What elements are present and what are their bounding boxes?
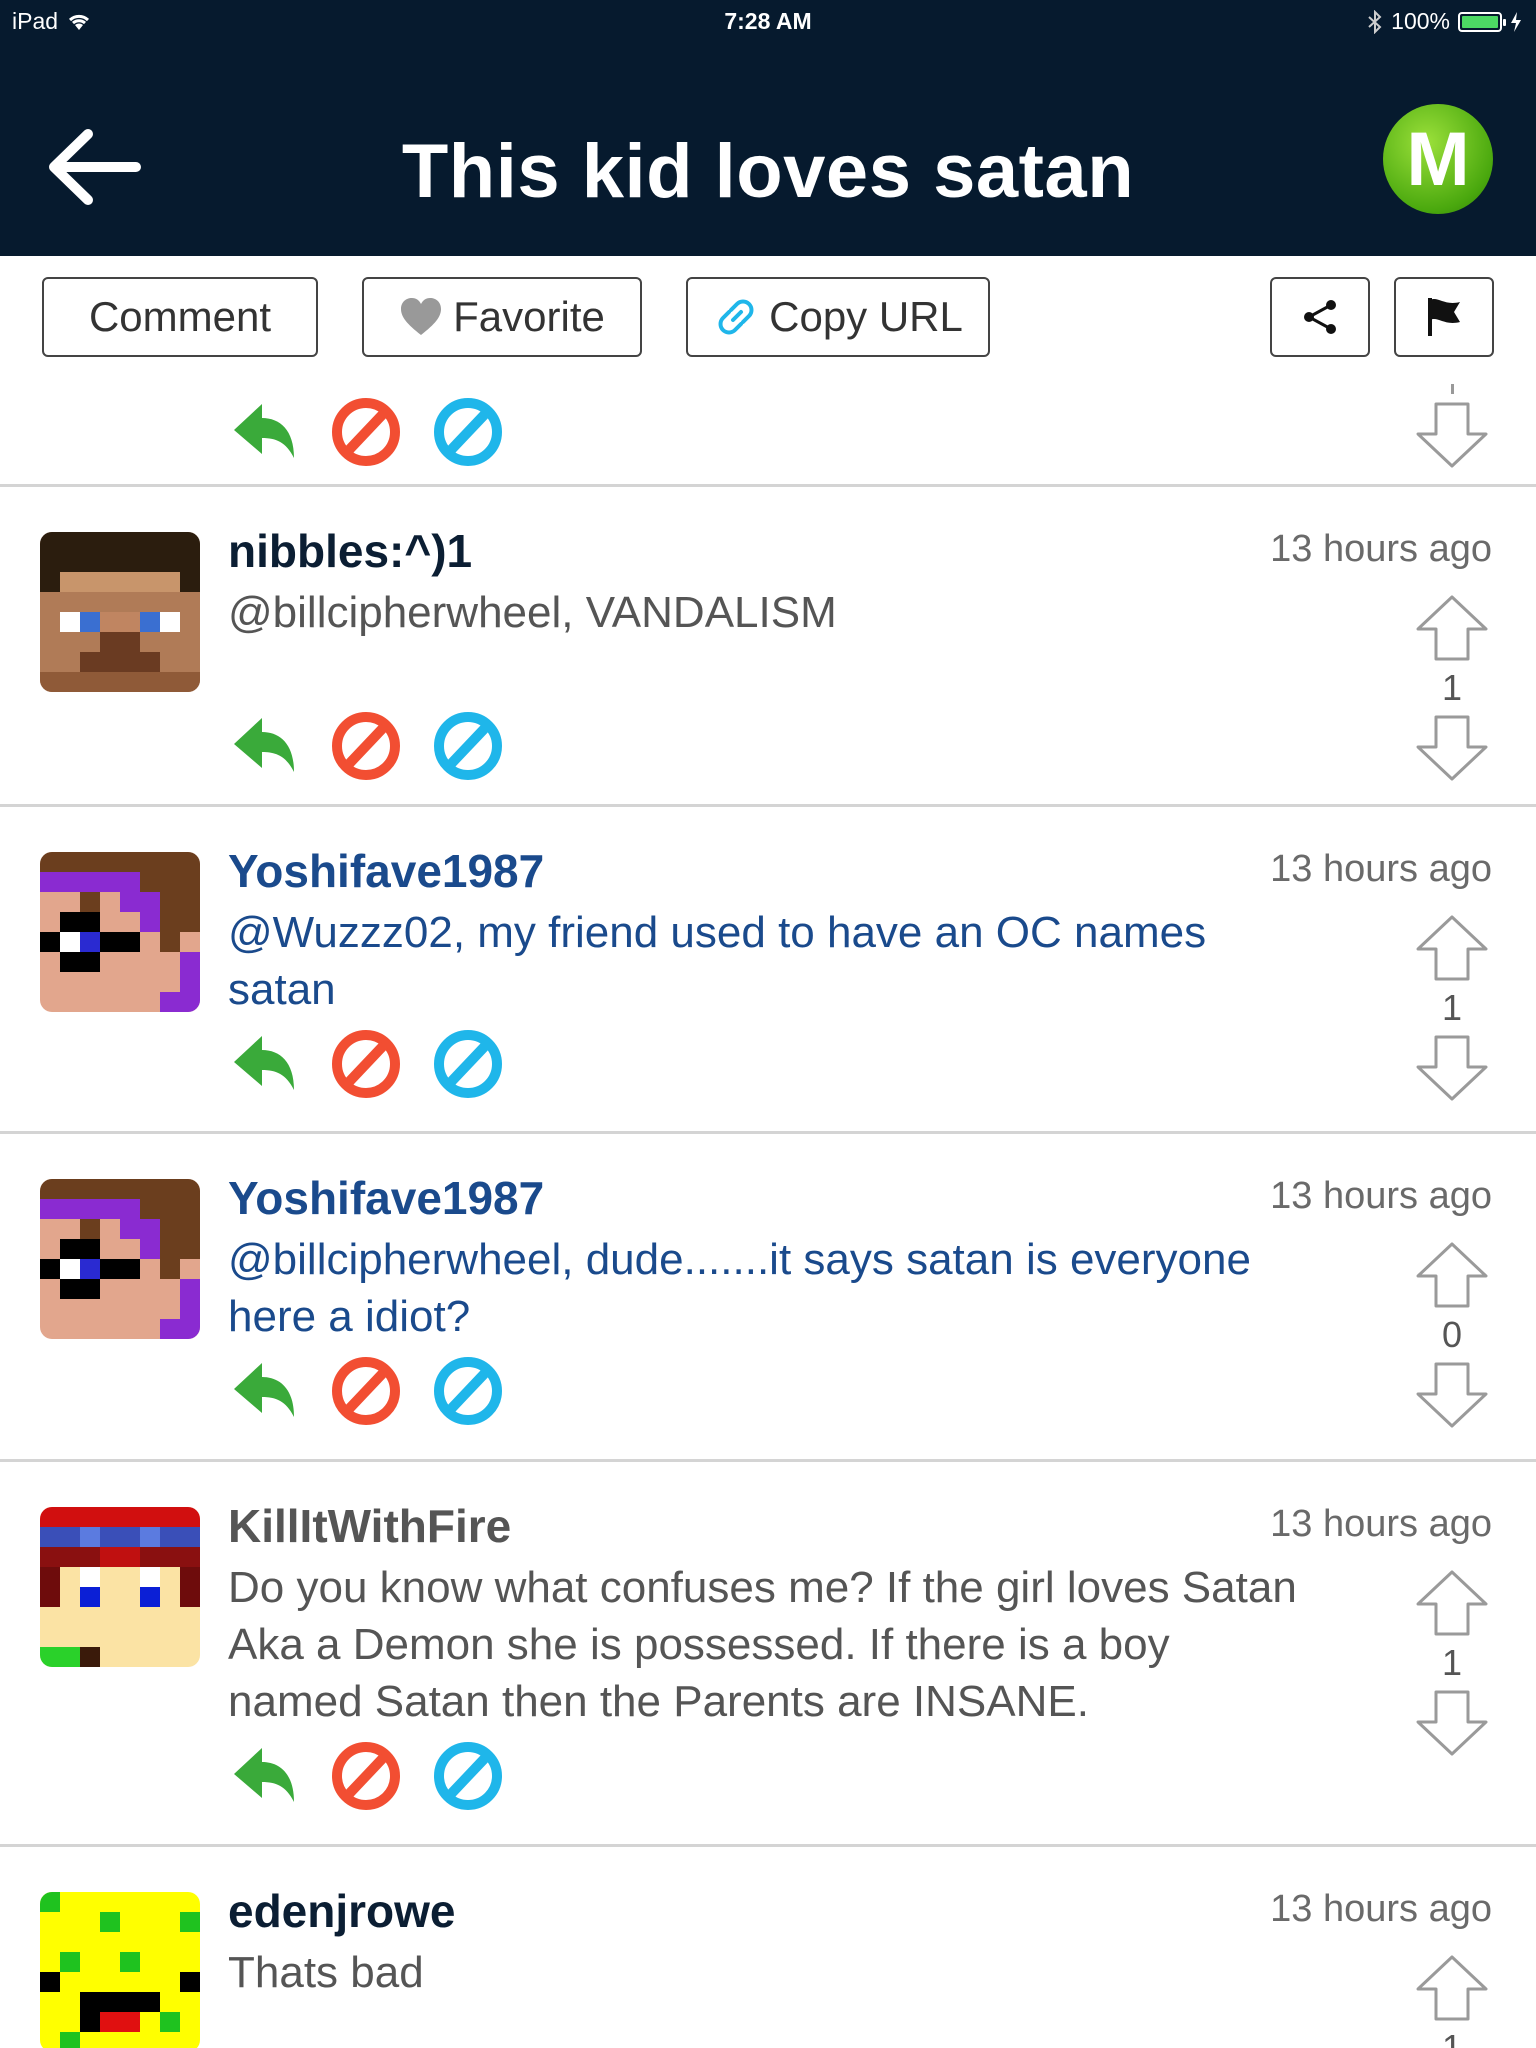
- vote-panel: 1: [1412, 1568, 1492, 1758]
- vote-panel: 0: [1412, 1240, 1492, 1430]
- vote-score: 1: [1441, 987, 1463, 1028]
- report-icon[interactable]: [432, 1028, 504, 1100]
- vote-panel: 1: [1412, 593, 1492, 783]
- comment-item: edenjrowe 13 hours ago Thats bad 1: [0, 1847, 1536, 2048]
- avatar-pixel-yellow: [40, 1892, 200, 2048]
- status-time: 7:28 AM: [724, 8, 812, 34]
- avatar[interactable]: [40, 1892, 200, 2048]
- vote-panel: 1: [1412, 913, 1492, 1103]
- avatar-pixel-purple: [40, 852, 200, 1012]
- block-icon[interactable]: [330, 1355, 402, 1427]
- vote-panel: 1: [1412, 1953, 1492, 2048]
- reply-icon[interactable]: [228, 1028, 300, 1100]
- battery-icon: [1458, 11, 1506, 32]
- comment-actions: [228, 396, 504, 468]
- comment-actions: [228, 710, 504, 782]
- comment-time: 13 hours ago: [1270, 1503, 1492, 1545]
- comment-text: Thats bad: [228, 1948, 424, 1997]
- charging-icon: [1511, 11, 1521, 32]
- avatar-pixel-purple: [40, 1179, 200, 1339]
- avatar[interactable]: [40, 852, 200, 1012]
- comment-actions: [228, 1355, 504, 1427]
- vote-score: 1: [1441, 1642, 1463, 1683]
- vote-panel: [1412, 384, 1492, 470]
- copy-url-button[interactable]: Copy URL: [686, 277, 990, 357]
- flag-button[interactable]: [1394, 277, 1494, 357]
- report-icon[interactable]: [432, 710, 504, 782]
- comment-text: @Wuzzz02, my friend used to have an OC n…: [228, 908, 1207, 1014]
- avatar[interactable]: [40, 532, 200, 692]
- link-icon: [718, 299, 754, 335]
- comment-item: Yoshifave1987 13 hours ago @billcipherwh…: [0, 1134, 1536, 1462]
- block-icon[interactable]: [330, 710, 402, 782]
- comment-time: 13 hours ago: [1270, 1175, 1492, 1217]
- report-icon[interactable]: [432, 1740, 504, 1812]
- comment-time: 13 hours ago: [1270, 848, 1492, 890]
- heart-icon: [401, 298, 442, 335]
- reply-icon[interactable]: [228, 396, 300, 468]
- vote-score: 0: [1441, 1314, 1463, 1355]
- comment-text: Do you know what confuses me? If the gir…: [228, 1563, 1297, 1726]
- comment-username[interactable]: Yoshifave1987: [228, 844, 544, 898]
- downvote-icon[interactable]: [1412, 713, 1492, 783]
- comment-label: Comment: [88, 293, 272, 340]
- comment-text: @billcipherwheel, VANDALISM: [228, 588, 837, 637]
- downvote-icon[interactable]: [1412, 1033, 1492, 1103]
- avatar[interactable]: [40, 1507, 200, 1667]
- reply-icon[interactable]: [228, 710, 300, 782]
- avatar[interactable]: [40, 1179, 200, 1339]
- reply-icon[interactable]: [228, 1740, 300, 1812]
- status-right: 100%: [1367, 8, 1522, 35]
- block-icon[interactable]: [330, 1740, 402, 1812]
- action-toolbar: Comment Favorite Copy URL: [0, 256, 1536, 376]
- comment-actions: [228, 1740, 504, 1812]
- comment-username[interactable]: edenjrowe: [228, 1884, 456, 1938]
- report-icon[interactable]: [432, 1355, 504, 1427]
- comment-partial: [0, 376, 1536, 487]
- comment-button[interactable]: Comment: [42, 277, 318, 357]
- share-icon: [1304, 300, 1336, 334]
- report-icon[interactable]: [432, 396, 504, 468]
- block-icon[interactable]: [330, 396, 402, 468]
- status-bar: iPad 7:28 AM 100%: [0, 0, 1536, 42]
- logo-letter: M: [1406, 116, 1470, 202]
- comment-item: KillItWithFire 13 hours ago Do you know …: [0, 1462, 1536, 1847]
- app-logo[interactable]: M: [1383, 104, 1493, 214]
- upvote-icon[interactable]: [1412, 1953, 1492, 2023]
- comment-username[interactable]: KillItWithFire: [228, 1499, 511, 1553]
- vote-divider: [1450, 384, 1454, 394]
- battery-percent: 100%: [1391, 8, 1450, 34]
- comment-item: nibbles:^)1 13 hours ago @billcipherwhee…: [0, 487, 1536, 807]
- vote-score: 1: [1441, 2027, 1463, 2048]
- avatar-pixel-fire: [40, 1507, 200, 1667]
- favorite-button[interactable]: Favorite: [362, 277, 642, 357]
- downvote-icon[interactable]: [1412, 1360, 1492, 1430]
- page-title: This kid loves satan: [401, 129, 1135, 214]
- favorite-label: Favorite: [453, 293, 605, 340]
- comment-time: 13 hours ago: [1270, 1888, 1492, 1930]
- comment-time: 13 hours ago: [1270, 528, 1492, 570]
- comment-item: Yoshifave1987 13 hours ago @Wuzzz02, my …: [0, 807, 1536, 1134]
- upvote-icon[interactable]: [1412, 1568, 1492, 1638]
- upvote-icon[interactable]: [1412, 593, 1492, 663]
- comment-username[interactable]: Yoshifave1987: [228, 1171, 544, 1225]
- upvote-icon[interactable]: [1412, 1240, 1492, 1310]
- downvote-icon[interactable]: [1412, 400, 1492, 470]
- avatar-pixel-steve: [40, 532, 200, 692]
- copy-url-label: Copy URL: [769, 293, 963, 340]
- comment-actions: [228, 1028, 504, 1100]
- reply-icon[interactable]: [228, 1355, 300, 1427]
- upvote-icon[interactable]: [1412, 913, 1492, 983]
- app-header: iPad 7:28 AM 100% This kid loves satan M: [0, 0, 1536, 256]
- block-icon[interactable]: [330, 1028, 402, 1100]
- comment-text: @billcipherwheel, dude.......it says sat…: [228, 1235, 1251, 1341]
- bluetooth-icon: [1368, 9, 1382, 34]
- downvote-icon[interactable]: [1412, 1688, 1492, 1758]
- comment-username[interactable]: nibbles:^)1: [228, 524, 472, 578]
- flag-icon: [1428, 298, 1460, 336]
- share-button[interactable]: [1270, 277, 1370, 357]
- vote-score: 1: [1441, 667, 1463, 708]
